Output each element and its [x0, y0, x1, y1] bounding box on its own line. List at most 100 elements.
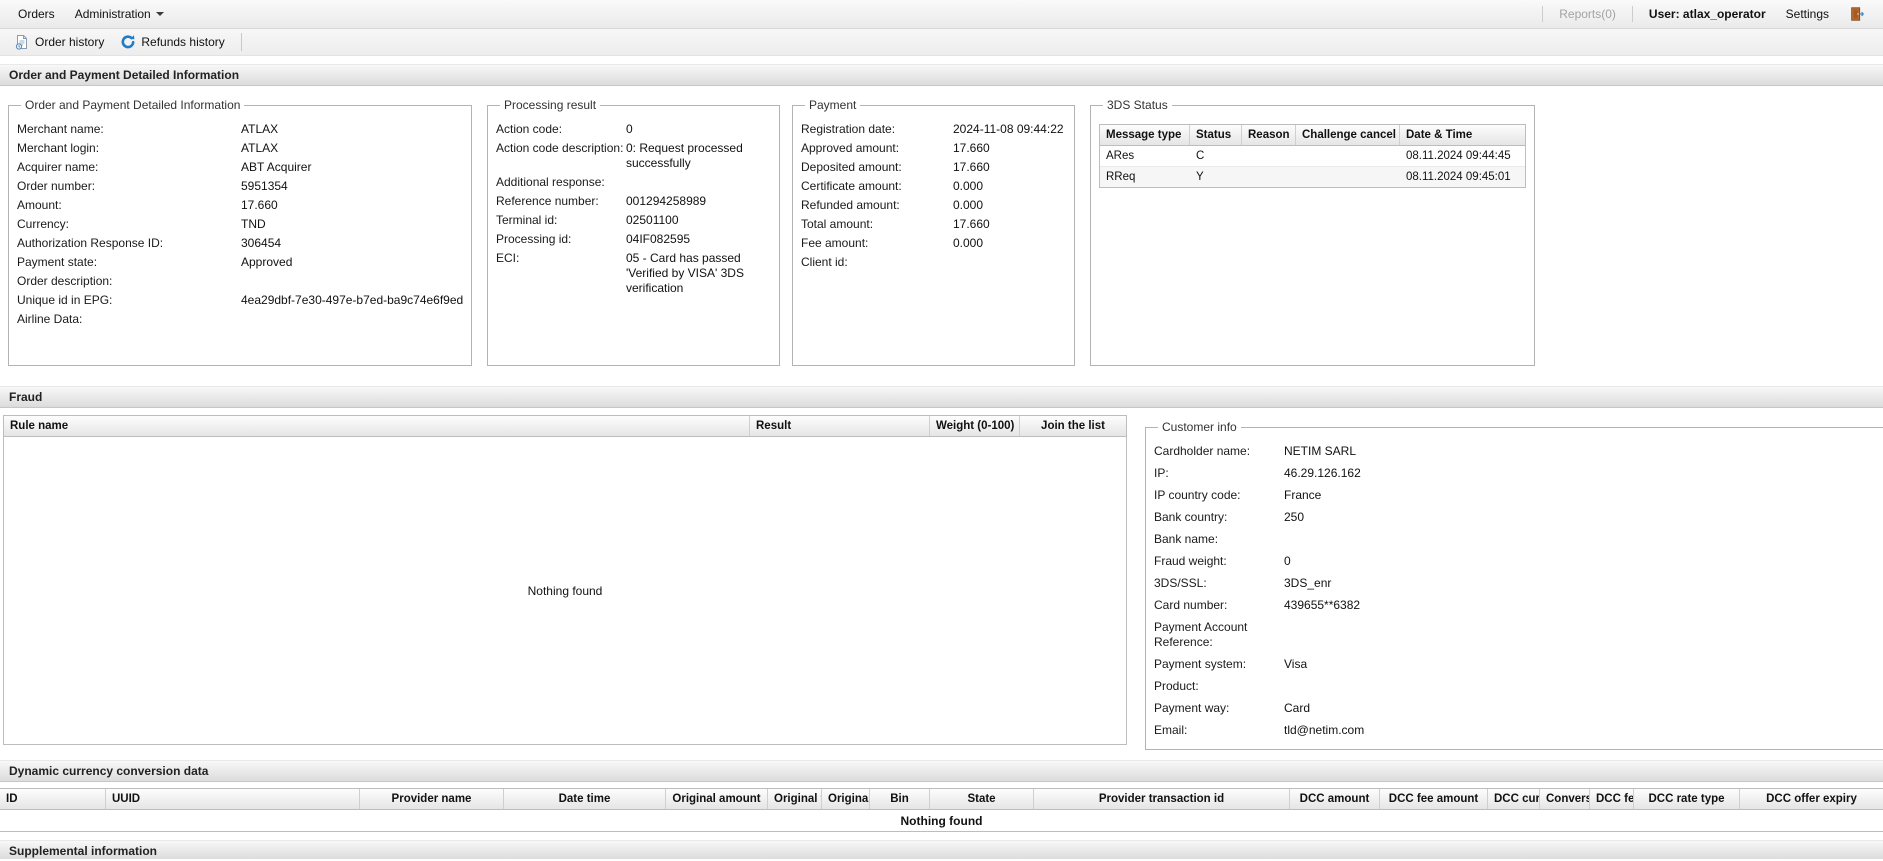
column-header: DCC curr	[1488, 789, 1540, 809]
order-history-button[interactable]: Order history	[6, 32, 112, 52]
field-label: Cardholder name:	[1154, 444, 1251, 458]
column-header: Provider transaction id	[1034, 789, 1290, 809]
field-value: 0.000	[953, 236, 984, 250]
field-label: Order description:	[17, 274, 113, 288]
column-header: DCC fee	[1590, 789, 1634, 809]
menubar-separator	[1631, 6, 1633, 22]
field-value: 4ea29dbf-7e30-497e-b7ed-ba9c74e6f9ed	[241, 293, 464, 307]
field-row: Certificate amount: 0.000	[801, 179, 1066, 194]
column-header: DCC offer expiry	[1766, 793, 1857, 805]
field-value: 0.000	[953, 198, 984, 212]
field-label: Action code:	[496, 122, 563, 136]
field-label: Product:	[1154, 679, 1199, 693]
field-row: Payment state: Approved	[17, 255, 463, 270]
order-info-legend: Order and Payment Detailed Information	[25, 98, 241, 112]
order-info-fields: Merchant name: ATLAX Merchant login: ATLAX A…	[17, 122, 463, 327]
table-cell: ARes	[1106, 150, 1135, 162]
field-row: Bank country: 250	[1154, 510, 1883, 525]
column-header: Join the list	[1041, 420, 1105, 432]
field-row: Reference number: 001294258989	[496, 194, 771, 209]
field-value: Approved	[241, 255, 293, 269]
dcc-panel: ID UUID Provider name Date time Original amo…	[0, 782, 1883, 840]
field-label: Card number:	[1154, 598, 1228, 612]
field-label: Payment Account Reference:	[1154, 620, 1248, 649]
refunds-history-icon	[121, 35, 135, 49]
column-header: UUID	[106, 789, 360, 809]
field-label: Registration date:	[801, 122, 896, 136]
field-row: Airline Data:	[17, 312, 463, 327]
column-header: State	[930, 789, 1034, 809]
menu-settings[interactable]: Settings	[1776, 7, 1839, 21]
field-value: 0	[1284, 554, 1291, 568]
field-row: Payment system: Visa	[1154, 657, 1883, 672]
table-cell	[1242, 146, 1296, 166]
menu-administration-label: Administration	[74, 7, 151, 21]
field-label: Payment system:	[1154, 657, 1247, 671]
threeds-table: Message type Status Reason Challenge cancel…	[1099, 124, 1526, 188]
order-history-icon	[15, 35, 27, 50]
table-row[interactable]: ARes C 08.11.2024 09:44:45	[1100, 146, 1525, 167]
field-label: Currency:	[17, 217, 70, 231]
menu-orders[interactable]: Orders	[8, 7, 65, 21]
field-label: IP country code:	[1154, 488, 1241, 502]
field-row: Action code description: 0: Request proce…	[496, 141, 771, 171]
field-row: IP country code: France	[1154, 488, 1883, 503]
dcc-table-header: ID UUID Provider name Date time Original amo…	[0, 789, 1883, 810]
field-value: 0.000	[953, 179, 984, 193]
field-label: Merchant name:	[17, 122, 104, 136]
field-value: 46.29.126.162	[1284, 466, 1361, 480]
section-order-payment: Order and Payment Detailed Information	[0, 64, 1883, 86]
table-row[interactable]: RReq Y 08.11.2024 09:45:01	[1100, 167, 1525, 187]
field-value: 3DS_enr	[1284, 576, 1332, 590]
field-value: 17.660	[241, 198, 278, 212]
field-value: 2024-11-08 09:44:22	[953, 122, 1064, 136]
field-label: Additional response:	[496, 175, 605, 189]
field-row: Action code: 0	[496, 122, 771, 137]
logout-button[interactable]	[1839, 6, 1875, 22]
field-label: Airline Data:	[17, 312, 83, 326]
field-value: ATLAX	[241, 122, 279, 136]
refunds-history-button[interactable]: Refunds history	[112, 32, 232, 52]
field-label: Unique id in EPG:	[17, 293, 113, 307]
field-label: Action code description:	[496, 141, 624, 155]
field-row: Order description:	[17, 274, 463, 289]
payment-legend: Payment	[809, 98, 857, 112]
field-value: 0: Request processed successfully	[626, 141, 743, 170]
field-row: Merchant name: ATLAX	[17, 122, 463, 137]
field-label: Approved amount:	[801, 141, 900, 155]
threeds-status-legend: 3DS Status	[1107, 98, 1168, 112]
field-row: Fee amount: 0.000	[801, 236, 1066, 251]
field-value: 001294258989	[626, 194, 707, 208]
customer-info-legend: Customer info	[1162, 420, 1237, 434]
column-header: Original amount	[666, 789, 768, 809]
column-header: Status	[1190, 125, 1242, 145]
refunds-history-label: Refunds history	[141, 35, 225, 49]
column-header: Weight (0-100)	[930, 416, 1020, 436]
fraud-panel: Rule name Result Weight (0-100) Join the li…	[0, 408, 1883, 760]
field-label: Acquirer name:	[17, 160, 99, 174]
fraud-empty-message: Nothing found	[527, 583, 603, 598]
section-fraud: Fraud	[0, 386, 1883, 408]
field-value: 250	[1284, 510, 1305, 524]
menu-administration[interactable]: Administration	[65, 7, 174, 21]
field-row: Email: tld@netim.com	[1154, 723, 1883, 738]
user-label: User: atlax_operator	[1648, 7, 1766, 21]
field-label: Order number:	[17, 179, 96, 193]
field-row: Amount: 17.660	[17, 198, 463, 213]
field-label: Amount:	[17, 198, 62, 212]
field-label: Email:	[1154, 723, 1188, 737]
table-header-row: Rule name Result Weight (0-100) Join the li…	[4, 416, 1126, 437]
field-label: Deposited amount:	[801, 160, 902, 174]
field-row: Cardholder name: NETIM SARL	[1154, 444, 1883, 459]
field-value	[626, 175, 768, 190]
dcc-table: ID UUID Provider name Date time Original amo…	[0, 788, 1883, 832]
section-dcc: Dynamic currency conversion data	[0, 760, 1883, 782]
order-info-group: Order and Payment Detailed Information M…	[8, 98, 473, 366]
menu-reports[interactable]: Reports(0)	[1549, 7, 1626, 21]
field-row: IP: 46.29.126.162	[1154, 466, 1883, 481]
menu-bar: Orders Administration Reports(0) User: a…	[0, 0, 1883, 29]
field-value: 17.660	[953, 141, 990, 155]
field-row: Registration date: 2024-11-08 09:44:22	[801, 122, 1066, 137]
field-row: Payment Account Reference:	[1154, 620, 1883, 650]
field-value: NETIM SARL	[1284, 444, 1357, 458]
